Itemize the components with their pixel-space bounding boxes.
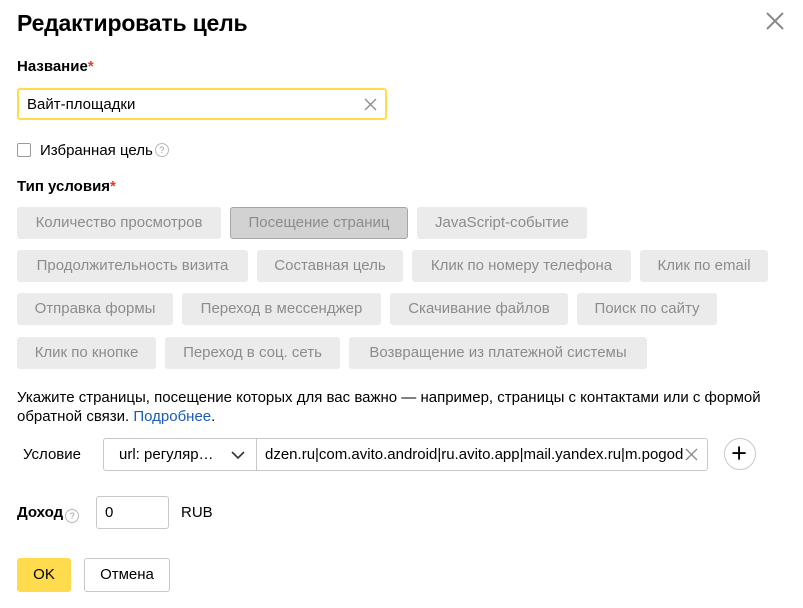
income-label: Доход? [17, 504, 80, 523]
condition-option[interactable]: Клик по кнопке [17, 337, 156, 369]
condition-label: Условие [23, 446, 81, 463]
income-help-icon[interactable]: ? [65, 509, 80, 523]
condition-type-label: Тип условия* [17, 178, 116, 195]
cancel-button[interactable]: Отмена [84, 558, 170, 592]
income-field[interactable] [96, 496, 169, 529]
condition-option[interactable]: Составная цель [257, 250, 403, 282]
condition-option[interactable]: Клик по email [640, 250, 768, 282]
condition-value-field[interactable] [256, 438, 708, 471]
condition-option-selected[interactable]: Посещение страниц [230, 207, 408, 239]
required-mark: * [110, 178, 116, 195]
match-type-value: url: регуляр… [119, 446, 214, 463]
plus-icon [732, 446, 746, 460]
condition-option[interactable]: JavaScript-событие [417, 207, 587, 239]
match-type-select[interactable]: url: регуляр… [103, 438, 256, 471]
condition-option[interactable]: Клик по номеру телефона [412, 250, 631, 282]
ok-button[interactable]: OK [17, 558, 71, 592]
add-condition-button[interactable] [724, 438, 756, 470]
goal-name-field[interactable] [17, 88, 387, 120]
favorite-help-icon[interactable]: ? [154, 143, 169, 157]
currency-label: RUB [181, 504, 213, 521]
close-icon[interactable] [763, 9, 787, 33]
condition-option[interactable]: Возвращение из платежной системы [349, 337, 647, 369]
income-input[interactable] [105, 499, 163, 526]
goal-name-input[interactable] [27, 90, 357, 118]
dialog-title: Редактировать цель [17, 10, 248, 36]
condition-option[interactable]: Скачивание файлов [390, 293, 568, 325]
condition-option[interactable]: Переход в мессенджер [182, 293, 381, 325]
chevron-down-icon [231, 451, 245, 460]
name-label: Название* [17, 58, 94, 75]
clear-condition-icon[interactable] [685, 448, 698, 461]
condition-value-input[interactable] [265, 441, 683, 468]
condition-option[interactable]: Количество просмотров [17, 207, 221, 239]
condition-option[interactable]: Продолжительность визита [17, 250, 248, 282]
condition-description: Укажите страницы, посещение которых для … [17, 389, 761, 425]
favorite-goal-checkbox[interactable] [17, 143, 31, 157]
favorite-goal-row: Избранная цель ? [17, 140, 169, 160]
more-info-link[interactable]: Подробнее [133, 408, 211, 425]
condition-option[interactable]: Переход в соц. сеть [165, 337, 340, 369]
condition-option[interactable]: Отправка формы [17, 293, 173, 325]
condition-option[interactable]: Поиск по сайту [577, 293, 717, 325]
clear-name-icon[interactable] [364, 98, 377, 111]
required-mark: * [87, 58, 94, 75]
favorite-goal-label[interactable]: Избранная цель [40, 142, 153, 159]
